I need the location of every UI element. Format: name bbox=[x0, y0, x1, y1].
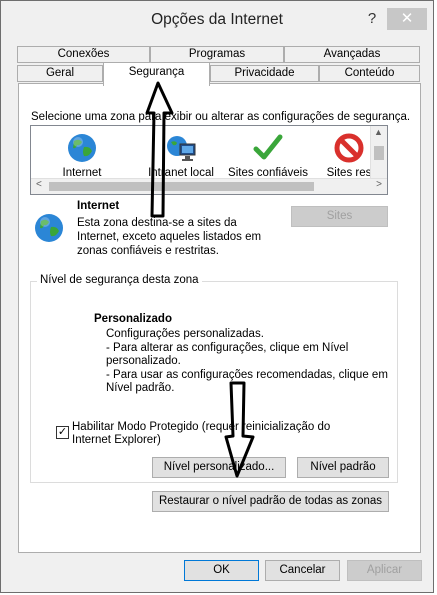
zone-list[interactable]: Internet Intranet local Sites confiáveis… bbox=[30, 125, 388, 195]
tab-geral[interactable]: Geral bbox=[17, 65, 103, 82]
zone-list-vertical-scrollbar[interactable]: ▲ bbox=[370, 126, 387, 179]
tab-privacidade[interactable]: Privacidade bbox=[210, 65, 319, 82]
zone-list-horizontal-scrollbar[interactable]: < > bbox=[31, 178, 387, 194]
security-level-group bbox=[30, 281, 398, 483]
level-line-3: personalizado. bbox=[106, 355, 181, 367]
help-button[interactable]: ? bbox=[363, 10, 381, 30]
horizontal-scroll-thumb[interactable] bbox=[49, 182, 314, 191]
ok-button[interactable]: OK bbox=[184, 560, 259, 581]
tab-avancadas[interactable]: Avançadas bbox=[284, 46, 420, 63]
zone-sites-restritos[interactable]: Sites res bbox=[325, 132, 373, 179]
annotation-up-arrow-icon bbox=[145, 81, 174, 218]
restricted-icon bbox=[333, 132, 365, 164]
apply-button[interactable]: Aplicar bbox=[347, 560, 422, 581]
tab-conteudo[interactable]: Conteúdo bbox=[319, 65, 420, 82]
selected-zone-desc-3: zonas confiáveis e restritas. bbox=[77, 245, 219, 257]
protected-mode-label-1: Habilitar Modo Protegido (requer reinici… bbox=[72, 421, 331, 433]
protected-mode-checkbox[interactable]: ✓ bbox=[56, 426, 69, 439]
selected-zone-title: Internet bbox=[77, 200, 120, 212]
close-button[interactable]: ✕ bbox=[387, 8, 427, 30]
annotation-down-arrow-icon bbox=[224, 381, 255, 478]
scroll-right-icon[interactable]: > bbox=[376, 179, 382, 190]
custom-level-button[interactable]: Nível personalizado... bbox=[152, 457, 286, 478]
zone-internet[interactable]: Internet bbox=[47, 132, 117, 179]
level-line-2: - Para alterar as configurações, clique … bbox=[106, 342, 349, 354]
globe-icon bbox=[66, 132, 98, 164]
selected-zone-globe-icon bbox=[33, 212, 65, 247]
protected-mode-label-2: Internet Explorer) bbox=[72, 434, 161, 446]
title-bar: Opções da Internet ? ✕ bbox=[1, 1, 433, 39]
zone-instruction: Selecione uma zona para exibir ou altera… bbox=[31, 111, 411, 123]
selected-zone-desc-2: Internet, exceto aqueles listados em bbox=[77, 231, 262, 243]
level-line-5: Nível padrão. bbox=[106, 382, 175, 394]
level-title: Personalizado bbox=[94, 313, 172, 325]
zone-sites-confiaveis[interactable]: Sites confiáveis bbox=[227, 132, 309, 179]
cancel-button[interactable]: Cancelar bbox=[265, 560, 340, 581]
checkmark-icon bbox=[252, 132, 284, 164]
reset-all-zones-button[interactable]: Restaurar o nível padrão de todas as zon… bbox=[152, 491, 389, 512]
tab-programas[interactable]: Programas bbox=[150, 46, 284, 63]
security-level-group-label: Nível de segurança desta zona bbox=[37, 274, 202, 286]
default-level-button[interactable]: Nível padrão bbox=[297, 457, 389, 478]
level-line-4: - Para usar as configurações recomendada… bbox=[106, 369, 388, 381]
internet-options-window: Opções da Internet ? ✕ Conexões Programa… bbox=[0, 0, 434, 593]
level-line-1: Configurações personalizadas. bbox=[106, 328, 264, 340]
scroll-left-icon[interactable]: < bbox=[36, 179, 42, 190]
tab-conexoes[interactable]: Conexões bbox=[17, 46, 150, 63]
scroll-thumb[interactable] bbox=[374, 146, 384, 160]
scroll-up-icon[interactable]: ▲ bbox=[374, 127, 383, 137]
sites-button[interactable]: Sites bbox=[291, 206, 388, 227]
